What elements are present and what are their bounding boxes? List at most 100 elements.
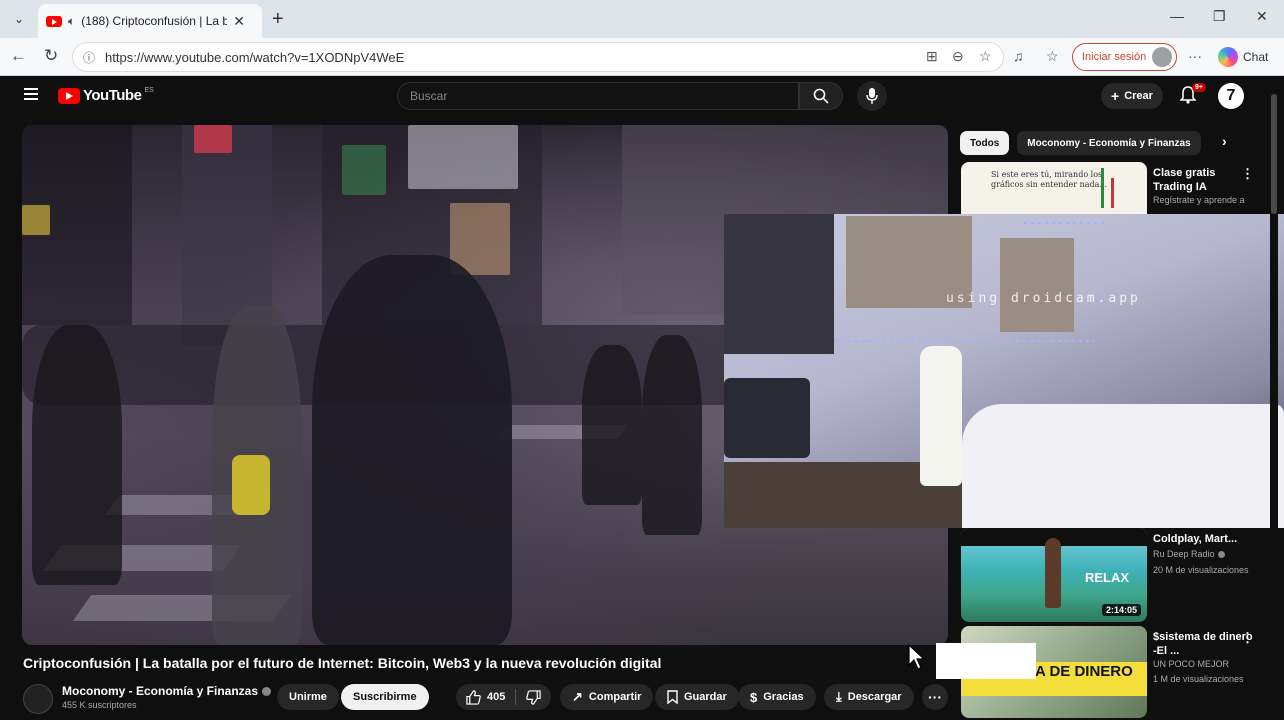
super-thanks-icon: $ (750, 689, 758, 705)
new-tab-button[interactable]: + (272, 8, 284, 31)
thanks-label: Gracias (763, 691, 804, 703)
youtube-logo-text: YouTube (83, 87, 142, 104)
close-window-button[interactable]: ✕ (1256, 8, 1268, 25)
copilot-chat-button[interactable]: Chat (1218, 47, 1268, 67)
voice-search-button[interactable] (857, 81, 887, 111)
mouse-cursor-icon (908, 644, 926, 670)
channel-text: Ru Deep Radio (1153, 549, 1215, 559)
kebab-menu-icon[interactable]: ⋮ (1241, 166, 1254, 182)
youtube-favicon-icon (46, 15, 62, 27)
recommendation-channel: UN POCO MEJOR (1153, 659, 1230, 669)
recommendation-item[interactable]: Si este eres tú, mirando los gráficos si… (961, 162, 1277, 214)
site-info-icon[interactable]: ⓘ (83, 49, 95, 66)
speaker-icon[interactable]: 🔈︎ (68, 14, 75, 29)
like-count: 405 (487, 691, 506, 703)
tab-title: (188) Criptoconfusión | La bata (81, 14, 228, 28)
recommendation-channel: Regístrate y aprende a (1153, 195, 1245, 205)
youtube-logo-icon (58, 87, 80, 104)
tab-list-button[interactable]: ⌄ (6, 7, 32, 31)
recommendation-item[interactable]: RELAX 2:14:05 Coldplay, Mart... Ru Deep … (961, 528, 1277, 622)
chip-all[interactable]: Todos (960, 131, 1010, 155)
droidcam-watermark: using droidcam.app (946, 291, 1141, 306)
copilot-icon (1218, 47, 1238, 67)
verified-icon (1217, 550, 1225, 558)
maximize-button[interactable]: ❐ (1213, 8, 1226, 25)
subscribe-label: Suscribirme (353, 691, 417, 703)
signin-button[interactable]: Iniciar sesión (1072, 43, 1178, 71)
microphone-icon (866, 88, 878, 104)
notifications-button[interactable]: 9+ (1179, 83, 1206, 109)
channel-avatar[interactable] (23, 684, 53, 714)
address-bar[interactable]: ⓘ https://www.youtube.com/watch?v=1XODNp… (72, 42, 1004, 72)
download-icon: ⤓ (836, 689, 842, 704)
browser-toolbar: ← ↻ ⓘ https://www.youtube.com/watch?v=1X… (0, 38, 1284, 76)
download-button[interactable]: ⤓ Descargar (824, 684, 914, 710)
save-label: Guardar (684, 691, 727, 703)
browser-tab-bar: ⌄ 🔈︎ (188) Criptoconfusión | La bata ✕ +… (0, 0, 1284, 38)
share-label: Compartir (588, 691, 642, 703)
join-label: Unirme (289, 691, 327, 703)
browser-tab-active[interactable]: 🔈︎ (188) Criptoconfusión | La bata ✕ (38, 4, 262, 38)
thumbs-up-icon (466, 689, 481, 705)
white-overlay-box (936, 643, 1036, 679)
plus-icon: + (1111, 88, 1120, 104)
search-icon (813, 88, 829, 104)
youtube-logo[interactable]: YouTube ES (58, 87, 154, 104)
bookmark-icon (667, 690, 678, 704)
thumbnail-caption: Si este eres tú, mirando los gráficos si… (991, 170, 1108, 189)
zoom-icon[interactable]: ⊖ (952, 48, 964, 65)
notification-badge: 9+ (1192, 83, 1206, 92)
minimize-button[interactable]: — (1170, 8, 1184, 24)
back-button[interactable]: ← (10, 46, 27, 66)
favorites-icon[interactable]: ☆ (1046, 48, 1059, 65)
profile-avatar-icon (1152, 47, 1173, 67)
channel-name-text: Moconomy - Economía y Finanzas (62, 684, 259, 698)
search-button[interactable] (799, 82, 843, 110)
search-input[interactable] (410, 89, 798, 103)
channel-name[interactable]: Moconomy - Economía y Finanzas (62, 684, 272, 698)
recommendation-title[interactable]: Coldplay, Mart... (1153, 532, 1253, 546)
video-title: Criptoconfusión | La batalla por el futu… (23, 655, 662, 671)
join-button[interactable]: Unirme (277, 684, 339, 710)
youtube-page: YouTube ES + Crear 9+ 7 (4, 76, 1284, 720)
account-avatar[interactable]: 7 (1218, 83, 1244, 109)
recommendation-title[interactable]: $sistema de dinero -El ... (1153, 630, 1253, 658)
subscribe-button[interactable]: Suscribirme (341, 684, 429, 710)
reload-button[interactable]: ↻ (44, 46, 58, 66)
more-options-icon[interactable]: ··· (1188, 48, 1202, 64)
app-available-icon[interactable]: ⊞ (926, 48, 938, 65)
recommendation-thumbnail[interactable]: Si este eres tú, mirando los gráficos si… (961, 162, 1147, 214)
webcam-overlay: using droidcam.app (724, 214, 1284, 528)
favorite-star-icon[interactable]: ☆ (979, 48, 992, 65)
create-button[interactable]: + Crear (1101, 83, 1163, 109)
media-control-icon[interactable]: ♫ (1013, 48, 1024, 64)
thumbs-down-icon (526, 689, 542, 705)
chevron-right-icon[interactable]: › (1222, 133, 1227, 149)
share-button[interactable]: ↗ Compartir (560, 684, 654, 710)
more-actions-button[interactable]: ··· (922, 684, 948, 710)
thanks-button[interactable]: $ Gracias (738, 684, 816, 710)
kebab-menu-icon[interactable]: ⋮ (1241, 630, 1254, 646)
create-label: Crear (1124, 90, 1153, 102)
chat-label: Chat (1243, 50, 1269, 64)
dislike-button[interactable] (516, 684, 551, 710)
recommendation-title[interactable]: Clase gratis Trading IA (1153, 166, 1253, 194)
tab-close-icon[interactable]: ✕ (233, 13, 245, 30)
recommendation-channel: Ru Deep Radio (1153, 549, 1225, 559)
search-box (397, 82, 799, 110)
youtube-header: YouTube ES + Crear 9+ 7 (4, 76, 1280, 116)
chip-channel[interactable]: Moconomy - Economía y Finanzas (1017, 131, 1201, 155)
like-dislike-group: 405 (456, 684, 552, 710)
video-duration: 2:14:05 (1101, 604, 1141, 616)
menu-icon[interactable] (24, 88, 38, 103)
view-count: 1 M de visualizaciones (1153, 674, 1244, 684)
save-button[interactable]: Guardar (655, 684, 739, 710)
bottle (920, 346, 962, 486)
share-icon: ↗ (572, 689, 583, 704)
recommendation-thumbnail[interactable]: RELAX 2:14:05 (961, 528, 1147, 622)
like-button[interactable]: 405 (456, 684, 515, 710)
region-code: ES (144, 87, 154, 94)
scrollbar-thumb[interactable] (1271, 94, 1277, 214)
thumbnail-caption: RELAX (1085, 570, 1130, 585)
download-label: Descargar (847, 691, 902, 703)
